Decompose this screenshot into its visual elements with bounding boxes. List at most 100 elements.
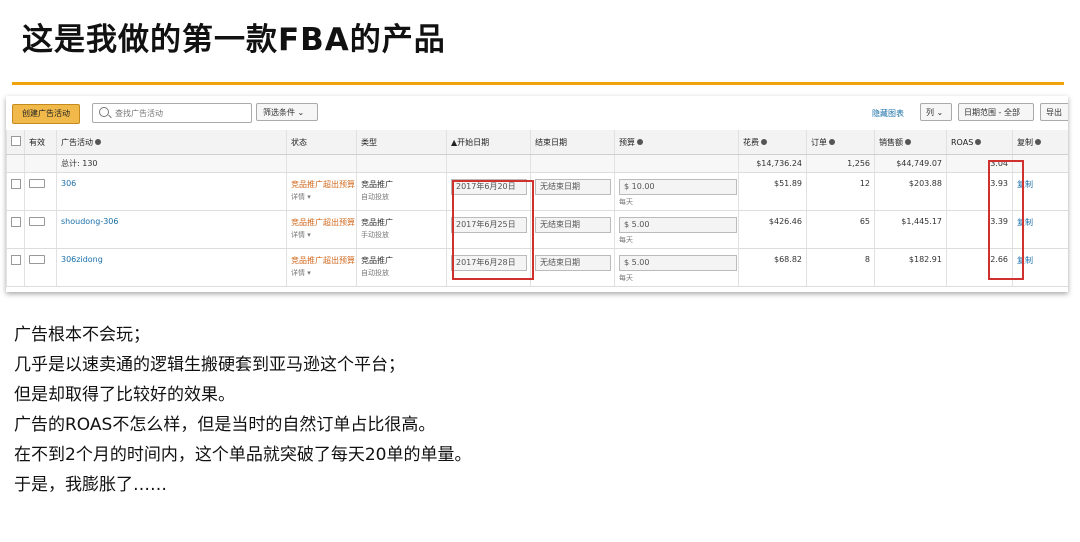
budget-field[interactable]: $ 5.00 <box>619 255 737 271</box>
title-underline <box>12 82 1064 85</box>
targeting-text: 手动投放 <box>361 231 389 239</box>
header-budget-label: 预算 <box>619 137 635 147</box>
budget-field[interactable]: $ 5.00 <box>619 217 737 233</box>
active-toggle[interactable] <box>29 255 45 264</box>
type-text: 竞品推广 <box>361 218 393 227</box>
header-sales[interactable]: 销售额 <box>874 130 947 155</box>
campaign-table: 有效 广告活动 状态 类型 ▲开始日期 结束日期 预算 花费 订单 销售额 RO… <box>6 130 1068 287</box>
header-campaign-label: 广告活动 <box>61 137 93 147</box>
totals-orders: 1,256 <box>806 154 875 173</box>
active-toggle[interactable] <box>29 179 45 188</box>
info-icon <box>905 139 911 145</box>
active-toggle[interactable] <box>29 217 45 226</box>
select-all-cell[interactable] <box>6 130 25 155</box>
export-button[interactable]: 导出 <box>1040 103 1068 121</box>
header-campaign[interactable]: 广告活动 <box>56 130 287 155</box>
status-text: 竞品推广超出预算 <box>291 218 355 227</box>
status-details-link[interactable]: 详情 ▾ <box>291 268 352 278</box>
header-start-date[interactable]: ▲开始日期 <box>446 130 531 155</box>
budget-period: 每天 <box>619 236 633 244</box>
status-cell: 竞品推广超出预算 详情 ▾ <box>286 248 357 287</box>
table-header-row: 有效 广告活动 状态 类型 ▲开始日期 结束日期 预算 花费 订单 销售额 RO… <box>6 130 1068 155</box>
status-details-link[interactable]: 详情 ▾ <box>291 192 352 202</box>
status-cell: 竞品推广超出预算 详情 ▾ <box>286 210 357 249</box>
row-checkbox[interactable] <box>11 179 21 189</box>
orders-cell: 8 <box>806 248 875 287</box>
create-campaign-button[interactable]: 创建广告活动 <box>12 104 80 124</box>
info-icon <box>829 139 835 145</box>
spend-cell: $426.46 <box>738 210 807 249</box>
hide-chart-link[interactable]: 隐藏图表 <box>872 108 904 119</box>
table-row: 306 竞品推广超出预算 详情 ▾ 竞品推广 自动投放 2017年6月20日 无结束… <box>6 172 1068 211</box>
status-text: 竞品推广超出预算 <box>291 180 355 189</box>
budget-period: 每天 <box>619 198 633 206</box>
type-cell: 竞品推广 手动投放 <box>356 210 447 249</box>
header-orders-label: 订单 <box>811 137 827 147</box>
status-details-link[interactable]: 详情 ▾ <box>291 230 352 240</box>
header-active[interactable]: 有效 <box>24 130 57 155</box>
search-box[interactable] <box>92 103 252 123</box>
filter-button[interactable]: 筛选条件 ⌄ <box>256 103 318 121</box>
budget-period: 每天 <box>619 274 633 282</box>
targeting-text: 自动投放 <box>361 193 389 201</box>
slide-title: 这是我做的第一款FBA的产品 <box>22 22 446 58</box>
table-row: shoudong-306 竞品推广超出预算 详情 ▾ 竞品推广 手动投放 2017年… <box>6 210 1068 249</box>
header-roas-label: ROAS <box>951 137 974 147</box>
totals-row: 总计: 130 $14,736.24 1,256 $44,749.07 3.04 <box>6 154 1068 173</box>
info-icon <box>95 139 101 145</box>
targeting-text: 自动投放 <box>361 269 389 277</box>
select-all-checkbox[interactable] <box>11 136 21 146</box>
campaign-name-link[interactable]: 306 <box>56 172 287 211</box>
campaign-name-link[interactable]: shoudong-306 <box>56 210 287 249</box>
search-input[interactable] <box>113 106 247 121</box>
slide-notes: 广告根本不会玩； 几乎是以速卖通的逻辑生搬硬套到亚马逊这个平台； 但是却取得了比… <box>14 320 471 500</box>
header-spend[interactable]: 花费 <box>738 130 807 155</box>
orders-cell: 12 <box>806 172 875 211</box>
header-spend-label: 花费 <box>743 137 759 147</box>
row-checkbox[interactable] <box>11 217 21 227</box>
totals-spend: $14,736.24 <box>738 154 807 173</box>
totals-label: 总计: 130 <box>56 154 287 173</box>
type-text: 竞品推广 <box>361 256 393 265</box>
date-range-button[interactable]: 日期范围 - 全部 <box>958 103 1034 121</box>
header-end-date[interactable]: 结束日期 <box>530 130 615 155</box>
header-roas[interactable]: ROAS <box>946 130 1013 155</box>
toolbar: 创建广告活动 筛选条件 ⌄ 隐藏图表 列 ⌄ 日期范围 - 全部 导出 <box>6 96 1068 128</box>
note-line: 几乎是以速卖通的逻辑生搬硬套到亚马逊这个平台； <box>14 355 405 375</box>
sales-cell: $1,445.17 <box>874 210 947 249</box>
type-cell: 竞品推广 自动投放 <box>356 248 447 287</box>
note-line: 广告根本不会玩； <box>14 325 150 345</box>
header-sales-label: 销售额 <box>879 137 903 147</box>
end-date-field[interactable]: 无结束日期 <box>535 255 611 271</box>
campaign-name-link[interactable]: 306zidong <box>56 248 287 287</box>
start-date-highlight-box <box>452 180 534 280</box>
header-copy[interactable]: 复制 <box>1012 130 1068 155</box>
sales-cell: $182.91 <box>874 248 947 287</box>
columns-button[interactable]: 列 ⌄ <box>920 103 952 121</box>
info-icon <box>975 139 982 145</box>
row-checkbox[interactable] <box>11 255 21 265</box>
end-date-field[interactable]: 无结束日期 <box>535 217 611 233</box>
note-line: 广告的ROAS不怎么样，但是当时的自然订单占比很高。 <box>14 415 436 435</box>
budget-field[interactable]: $ 10.00 <box>619 179 737 195</box>
end-date-field[interactable]: 无结束日期 <box>535 179 611 195</box>
header-orders[interactable]: 订单 <box>806 130 875 155</box>
header-budget[interactable]: 预算 <box>614 130 739 155</box>
roas-highlight-box <box>988 160 1024 280</box>
info-icon <box>1035 139 1041 145</box>
type-text: 竞品推广 <box>361 180 393 189</box>
table-row: 306zidong 竞品推广超出预算 详情 ▾ 竞品推广 自动投放 2017年6月2… <box>6 248 1068 287</box>
spend-cell: $51.89 <box>738 172 807 211</box>
sales-cell: $203.88 <box>874 172 947 211</box>
header-copy-label: 复制 <box>1017 137 1033 147</box>
status-text: 竞品推广超出预算 <box>291 256 355 265</box>
search-icon <box>99 107 109 117</box>
spend-cell: $68.82 <box>738 248 807 287</box>
orders-cell: 65 <box>806 210 875 249</box>
status-cell: 竞品推广超出预算 详情 ▾ <box>286 172 357 211</box>
note-line: 在不到2个月的时间内，这个单品就突破了每天20单的单量。 <box>14 445 472 465</box>
note-line: 但是却取得了比较好的效果。 <box>14 385 235 405</box>
info-icon <box>761 139 767 145</box>
header-status[interactable]: 状态 <box>286 130 357 155</box>
header-type[interactable]: 类型 <box>356 130 447 155</box>
